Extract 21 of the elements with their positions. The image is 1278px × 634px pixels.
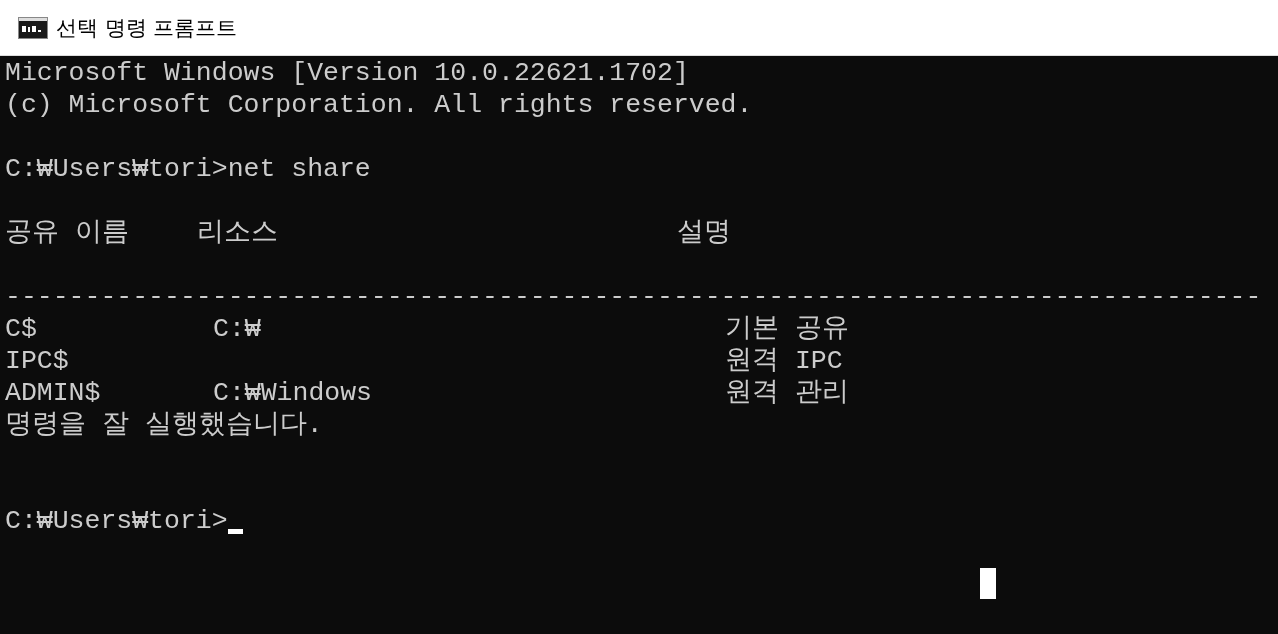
share-resource: C:₩Windows xyxy=(213,378,373,408)
console-text: 명령을 잘 실행했습니다. xyxy=(5,409,323,441)
console-text: (c) Microsoft Corporation. All rights reserved. xyxy=(5,89,753,121)
share-name: C$ xyxy=(5,314,37,344)
column-heading: 리소스 xyxy=(197,217,279,249)
share-remark: 원격 IPC xyxy=(725,345,843,377)
share-name: IPC$ xyxy=(5,346,69,376)
console-text: C:₩Users₩tori>net share xyxy=(5,153,371,185)
console-prompt: C:₩Users₩tori> xyxy=(5,505,228,537)
console-text: Microsoft Windows [Version 10.0.22621.1702] xyxy=(5,57,689,89)
text-cursor xyxy=(227,528,243,534)
share-resource: C:₩ xyxy=(213,314,261,344)
share-name: ADMIN$ xyxy=(5,378,101,408)
separator-line-text: ------------------------------------------------------------------------------- xyxy=(5,281,1262,313)
column-heading: 공유 이름 xyxy=(5,217,130,249)
share-remark: 기본 공유 xyxy=(725,313,849,345)
column-heading: 설명 xyxy=(677,217,731,249)
share-remark: 원격 관리 xyxy=(725,377,849,409)
window-title: 선택 명령 프롬프트 xyxy=(56,14,238,42)
caret-block xyxy=(980,568,996,599)
console-icon xyxy=(18,16,48,39)
